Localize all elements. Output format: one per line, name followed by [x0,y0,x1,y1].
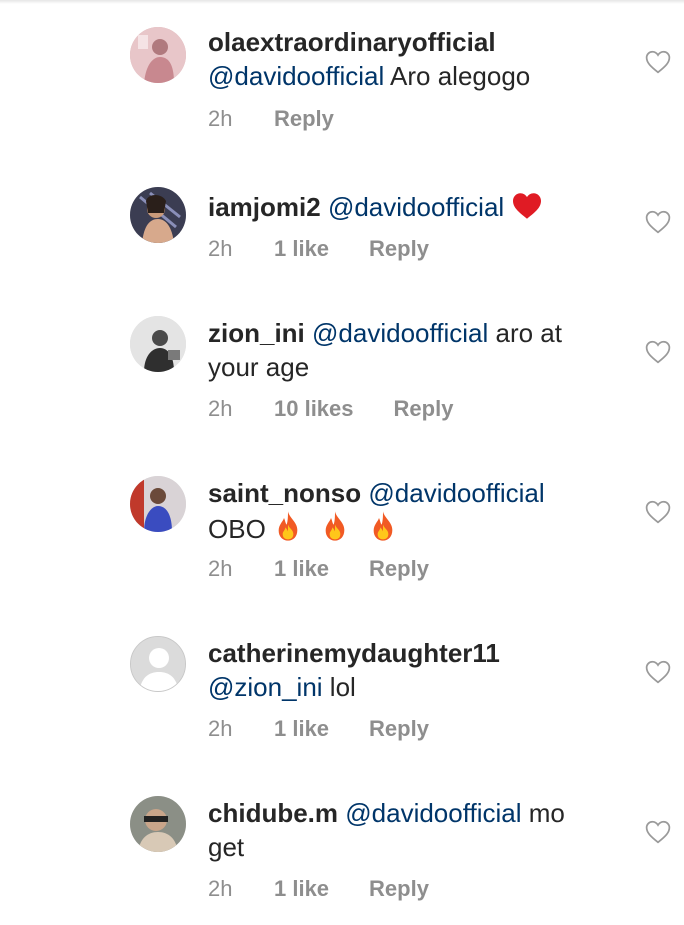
mention-link[interactable]: @davidoofficial [328,192,504,222]
likes-count[interactable]: 1 like [274,714,329,744]
avatar[interactable] [130,187,186,243]
likes-count[interactable]: 1 like [274,554,329,584]
comment-meta: 2h 1 like Reply [208,234,429,264]
comment-item: iamjomi2 @davidoofficial 2h 1 like Reply [0,160,684,320]
avatar[interactable] [130,316,186,372]
mention-link[interactable]: @zion_ini [208,672,323,702]
username-link[interactable]: olaextraordinaryofficial [208,27,496,57]
comment-item: zion_ini @davidoofficial aro at your age… [0,316,684,480]
comment-message: Aro alegogo [384,61,531,91]
timestamp[interactable]: 2h [208,874,274,904]
comment-meta: 2h 10 likes Reply [208,394,453,424]
comment-item: catherinemydaughter11 @zion_ini lol 2h 1 … [0,636,684,800]
likes-count[interactable]: 1 like [274,234,329,264]
mention-link[interactable]: @davidoofficial [208,61,384,91]
avatar[interactable] [130,636,186,692]
fire-emoji-group [273,511,407,544]
comment-text: olaextraordinaryofficial @davidoofficial… [208,25,608,93]
reply-button[interactable]: Reply [369,714,429,744]
comment-meta: 2h Reply [208,104,334,134]
comment-text: chidube.m @davidoofficial mo get [208,796,608,864]
reply-button[interactable]: Reply [369,874,429,904]
comment-text: saint_nonso @davidoofficial OBO [208,476,608,546]
comment-meta: 2h 1 like Reply [208,714,429,744]
reply-button[interactable]: Reply [274,104,334,134]
comment-item: olaextraordinaryofficial @davidoofficial… [0,0,684,160]
like-heart-icon[interactable] [645,820,671,844]
likes-count[interactable]: 1 like [274,874,329,904]
username-link[interactable]: catherinemydaughter11 [208,638,500,668]
red-heart-icon [513,193,542,219]
comment-text: iamjomi2 @davidoofficial [208,190,608,224]
timestamp[interactable]: 2h [208,714,274,744]
like-heart-icon[interactable] [645,210,671,234]
comment-message: OBO [208,514,266,544]
reply-button[interactable]: Reply [369,554,429,584]
fire-icon [278,511,298,541]
username-link[interactable]: iamjomi2 [208,192,321,222]
avatar[interactable] [130,796,186,852]
like-heart-icon[interactable] [645,500,671,524]
timestamp[interactable]: 2h [208,554,274,584]
comment-item: chidube.m @davidoofficial mo get 2h 1 lik… [0,796,684,925]
reply-button[interactable]: Reply [394,394,454,424]
timestamp[interactable]: 2h [208,394,274,424]
comment-item: saint_nonso @davidoofficial OBO 2h 1 like… [0,476,684,640]
username-link[interactable]: saint_nonso [208,478,361,508]
comment-message: lol [322,672,356,702]
username-link[interactable]: zion_ini [208,318,305,348]
comment-meta: 2h 1 like Reply [208,554,429,584]
like-heart-icon[interactable] [645,660,671,684]
comment-text: catherinemydaughter11 @zion_ini lol [208,636,608,704]
fire-icon [325,511,345,541]
comment-text: zion_ini @davidoofficial aro at your age [208,316,608,384]
likes-count[interactable]: 10 likes [274,394,354,424]
avatar[interactable] [130,476,186,532]
reply-button[interactable]: Reply [369,234,429,264]
timestamp[interactable]: 2h [208,234,274,264]
timestamp[interactable]: 2h [208,104,274,134]
default-avatar-icon [131,637,185,691]
fire-icon [373,511,392,541]
avatar[interactable] [130,27,186,83]
mention-link[interactable]: @davidoofficial [345,798,521,828]
like-heart-icon[interactable] [645,50,671,74]
username-link[interactable]: chidube.m [208,798,338,828]
mention-link[interactable]: @davidoofficial [312,318,488,348]
comment-meta: 2h 1 like Reply [208,874,429,904]
mention-link[interactable]: @davidoofficial [368,478,544,508]
like-heart-icon[interactable] [645,340,671,364]
